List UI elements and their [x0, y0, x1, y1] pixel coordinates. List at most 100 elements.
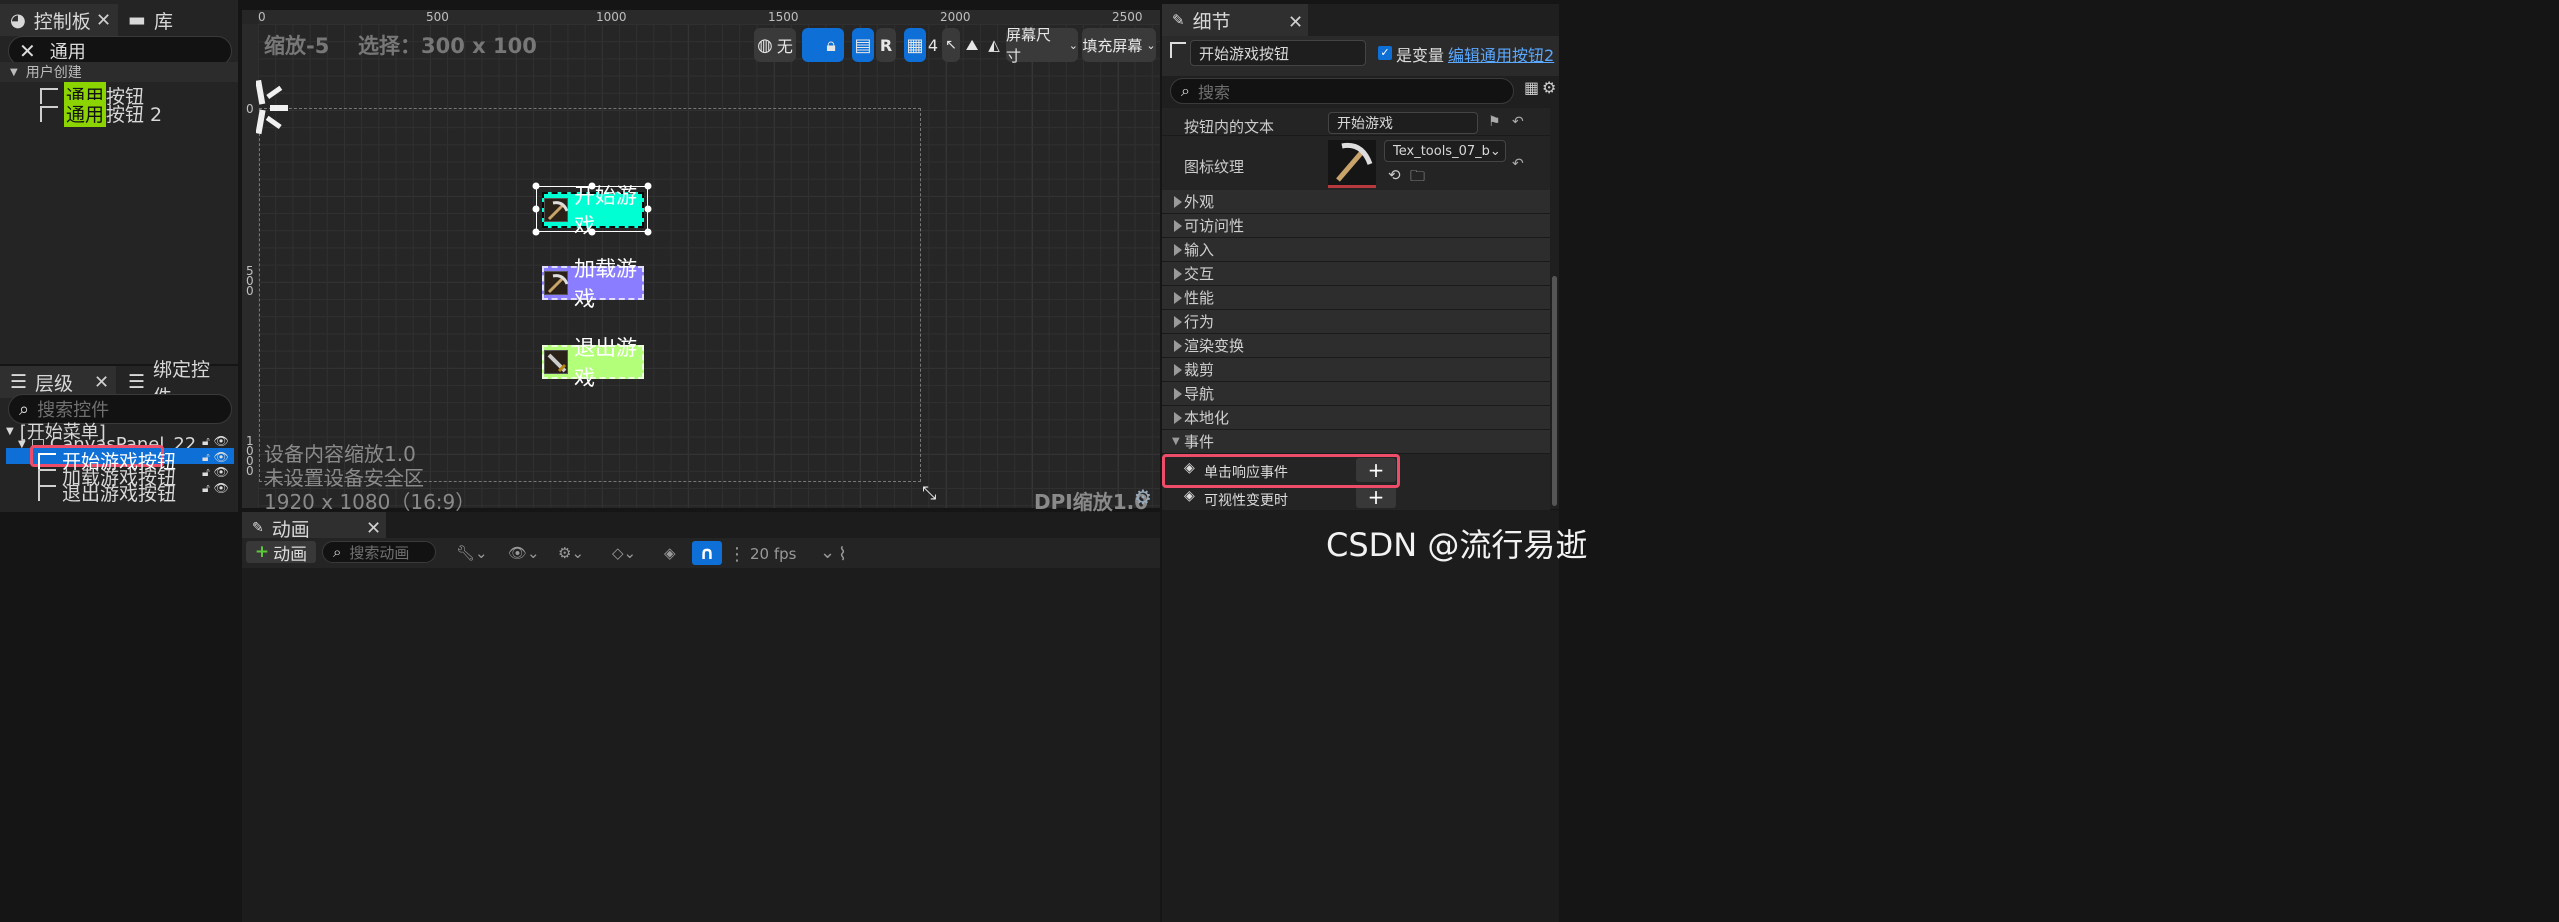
- fps-dropdown[interactable]: 20 fps: [750, 545, 796, 563]
- tab-details[interactable]: ✎ 细节: [1162, 4, 1308, 36]
- close-icon[interactable]: ✕: [94, 372, 109, 393]
- unlock-icon[interactable]: 🔓︎ 👁︎: [202, 434, 236, 450]
- section-accessibility[interactable]: 可访问性: [1162, 214, 1550, 238]
- ruler-horizontal: [258, 10, 1160, 24]
- eye-icon[interactable]: 👁︎⌄: [508, 544, 540, 562]
- close-icon[interactable]: ✕: [366, 518, 381, 539]
- curve-icon[interactable]: ⌇: [838, 544, 847, 565]
- chevron-right-icon: [1174, 195, 1182, 208]
- sections: 外观 可访问性 输入 交互 性能 行为 渲染变换 裁剪 导航 本地化 ▼ 事件: [1162, 190, 1550, 454]
- globe-icon: ◍: [757, 34, 773, 56]
- section-render-transform[interactable]: 渲染变换: [1162, 334, 1550, 358]
- canvas-load-button[interactable]: 加载游戏: [542, 257, 644, 311]
- cursor-button[interactable]: ↖: [942, 28, 960, 62]
- unlock-icon[interactable]: 🔓︎ 👁︎: [202, 481, 236, 497]
- folder-icon: ▬: [128, 9, 146, 31]
- reset-icon[interactable]: ↶: [1512, 156, 1524, 172]
- clear-icon[interactable]: ✕: [19, 39, 36, 63]
- resize-icon[interactable]: ⤡: [922, 483, 936, 504]
- category-header[interactable]: ▼ 用户创建: [0, 62, 238, 82]
- use-selected-icon[interactable]: ⟲: [1388, 166, 1401, 184]
- section-interaction[interactable]: 交互: [1162, 262, 1550, 286]
- is-variable-checkbox[interactable]: ✓: [1378, 46, 1392, 60]
- chevron-right-icon: [1174, 267, 1182, 280]
- wrench-icon[interactable]: 🔧︎⌄: [456, 544, 488, 562]
- chevron-down-icon: ⌄: [1068, 38, 1078, 52]
- list-icon: ☰: [10, 371, 28, 393]
- canvas-start-button[interactable]: 开始游戏: [542, 184, 644, 238]
- flag-icon[interactable]: ⚑: [1488, 114, 1501, 130]
- unlock-icon[interactable]: 🔓︎ 👁︎: [202, 450, 236, 466]
- tab-library[interactable]: ▬ 库: [118, 4, 183, 36]
- list-icon: ☰: [128, 371, 146, 393]
- ruler-label: 0: [258, 10, 266, 24]
- section-events[interactable]: ▼ 事件: [1162, 430, 1550, 454]
- edit-widget-link[interactable]: 编辑通用按钮2: [1448, 42, 1554, 66]
- image-button[interactable]: ⛰: [962, 28, 982, 62]
- snap-button[interactable]: ∩: [692, 541, 722, 565]
- fill-screen-dropdown[interactable]: 填充屏幕 ⌄: [1082, 28, 1156, 62]
- pickaxe-icon: [544, 271, 569, 295]
- ruler-label: 2500: [1112, 10, 1143, 24]
- mirror-button[interactable]: ◭: [984, 28, 1004, 62]
- texture-dropdown[interactable]: Tex_tools_07_b ⌄: [1384, 140, 1506, 162]
- hierarchy-panel: ☰ 层级 ✕ ☰ 绑定控件 ⌕ 搜索控件 ▼ [开始菜单] ▼ CanvasPa…: [0, 359, 238, 512]
- texture-thumbnail[interactable]: [1328, 140, 1376, 188]
- scrollbar[interactable]: [1552, 276, 1557, 506]
- r-button[interactable]: R: [876, 28, 896, 62]
- ruler-label: 1500: [768, 10, 799, 24]
- details-search-input[interactable]: ⌕ 搜索: [1170, 78, 1514, 104]
- button-text-input[interactable]: 开始游戏: [1328, 112, 1478, 134]
- more-icon[interactable]: ⋮: [728, 544, 746, 565]
- close-icon[interactable]: ✕: [96, 10, 111, 31]
- details-panel: ✎ 细节 ✕ 开始游戏按钮 ✓ 是变量 编辑通用按钮2 ⌕ 搜索 ▦ ⚙ 按钮内…: [1162, 4, 1559, 510]
- chevron-right-icon: [1174, 387, 1182, 400]
- pin-icon: ✎: [252, 520, 264, 536]
- pickaxe-icon: [544, 198, 569, 222]
- lock-icon: 🔒︎: [826, 34, 836, 56]
- unlock-icon[interactable]: 🔓︎ 👁︎: [202, 465, 236, 481]
- section-clipping[interactable]: 裁剪: [1162, 358, 1550, 382]
- gear-icon[interactable]: ⚙: [1542, 78, 1556, 97]
- chevron-down-icon: ▼: [6, 425, 14, 437]
- screen-size-dropdown[interactable]: 屏幕尺寸 ⌄: [1006, 26, 1078, 65]
- chevron-down-icon: ⌄: [1146, 38, 1156, 52]
- ruler-label: 500: [426, 10, 449, 24]
- gear-icon[interactable]: ⚙⌄: [558, 544, 584, 562]
- section-appearance[interactable]: 外观: [1162, 190, 1550, 214]
- section-input[interactable]: 输入: [1162, 238, 1550, 262]
- add-visibility-changed-button[interactable]: +: [1356, 486, 1396, 508]
- prop-row: 按钮内的文本 开始游戏 ⚑ ↶: [1162, 108, 1550, 136]
- plus-icon: +: [254, 542, 270, 562]
- sword-icon: [544, 350, 568, 374]
- selection-label: 选择：300 x 100: [358, 34, 537, 58]
- reset-icon[interactable]: ↶: [1512, 114, 1524, 130]
- prop-label: 图标纹理: [1184, 158, 1245, 176]
- list-item[interactable]: 通用 按钮 2: [40, 100, 162, 127]
- close-icon[interactable]: ✕: [1288, 12, 1303, 33]
- keyframe-icon[interactable]: ◇⌄: [612, 544, 636, 562]
- region-button[interactable]: 🔒︎: [802, 28, 844, 62]
- section-behavior[interactable]: 行为: [1162, 310, 1550, 334]
- layout-button[interactable]: ▤: [852, 28, 874, 62]
- canvas-quit-button[interactable]: 退出游戏: [542, 336, 644, 390]
- section-navigation[interactable]: 导航: [1162, 382, 1550, 406]
- globe-button[interactable]: ◍ 无: [754, 28, 796, 62]
- chevron-down-icon[interactable]: ⌄: [820, 542, 835, 563]
- add-animation-button[interactable]: + 动画: [246, 541, 316, 565]
- section-performance[interactable]: 性能: [1162, 286, 1550, 310]
- widget-name-input[interactable]: 开始游戏按钮: [1190, 40, 1366, 66]
- anchor-icon[interactable]: [255, 79, 290, 136]
- grid-size-button[interactable]: 4: [926, 28, 940, 62]
- animation-search-input[interactable]: ⌕ 搜索动画: [322, 541, 436, 563]
- browse-icon[interactable]: 🗀︎: [1410, 166, 1425, 191]
- key-icon[interactable]: ◈: [664, 544, 676, 562]
- chevron-right-icon: [1174, 315, 1182, 328]
- gear-icon[interactable]: ⚙: [1134, 485, 1152, 509]
- widget-icon: [38, 484, 56, 501]
- tree-item[interactable]: 退出游戏按钮: [38, 479, 176, 506]
- section-localization[interactable]: 本地化: [1162, 406, 1550, 430]
- grid-button[interactable]: ▦: [904, 28, 926, 62]
- table-view-icon[interactable]: ▦: [1524, 78, 1539, 97]
- grid-icon: ▦: [906, 34, 924, 56]
